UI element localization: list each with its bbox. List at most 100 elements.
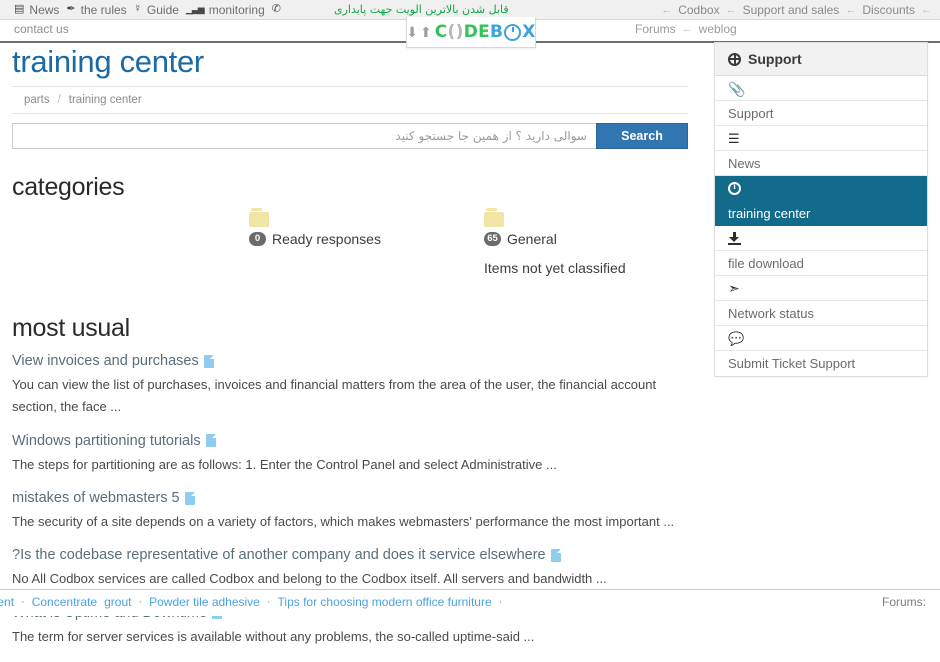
breadcrumb-separator: / — [57, 94, 61, 106]
footer-separator: · — [21, 596, 25, 608]
sidebar-item-support-icon[interactable]: 📎 — [715, 76, 927, 101]
site-logo[interactable]: ⬇ ⬆ C() DE B X — [406, 17, 536, 48]
search-button[interactable]: Search — [596, 123, 688, 149]
footer-link[interactable]: grout — [104, 595, 131, 609]
folder-icon — [249, 208, 269, 227]
sidebar-item-submit-ticket-icon[interactable]: 💬 — [715, 326, 927, 351]
link-weblog[interactable]: weblog — [699, 22, 737, 36]
topnav-item-monitoring[interactable]: ▁▃▅ monitoring — [186, 3, 265, 17]
most-usual-heading: most usual — [12, 314, 130, 342]
article-description: The steps for partitioning are as follow… — [12, 456, 557, 472]
page-title: training center — [12, 44, 204, 79]
sidebar-item-file-download[interactable]: file download — [715, 251, 927, 276]
category-count-badge: 0 — [249, 232, 266, 246]
link-forums[interactable]: Forums — [635, 22, 676, 36]
arrow-left-icon: ← — [921, 3, 932, 16]
sidebar-item-news-icon[interactable]: ☰ — [715, 126, 927, 151]
article-title-text: ?Is the codebase representative of anoth… — [12, 547, 546, 564]
logo-part-c: C — [434, 21, 448, 42]
info-circle-icon — [728, 181, 741, 195]
sidebar-item-training-center[interactable]: training center — [715, 201, 927, 226]
main-content: training center parts / training center … — [12, 42, 688, 662]
sidebar-item-file-download-icon[interactable] — [715, 226, 927, 251]
lightbulb-icon: ☿ — [133, 3, 142, 15]
topnav-link-support-sales[interactable]: Support and sales — [743, 3, 840, 17]
arrow-left-icon: ← — [681, 23, 693, 35]
category-item[interactable]: 65 General Items not yet classified — [484, 208, 626, 276]
article-description: The security of a site depends on a vari… — [12, 514, 675, 530]
sidebar-item-label: Support — [728, 105, 774, 121]
sidebar-item-training-center-icon[interactable] — [715, 176, 927, 201]
sidebar-item-support[interactable]: Support — [715, 101, 927, 126]
article-description: The term for server services is availabl… — [12, 628, 535, 644]
breadcrumb-item-parts[interactable]: parts — [24, 94, 50, 106]
article-title-link[interactable]: ?Is the codebase representative of anoth… — [12, 547, 688, 563]
search-input[interactable] — [12, 123, 596, 149]
article-item: Windows partitioning tutorials The steps… — [12, 433, 688, 476]
topnav-label-news: News — [29, 2, 60, 17]
arrow-left-icon: ← — [725, 3, 737, 16]
article-title-link[interactable]: mistakes of webmasters 5 — [12, 490, 688, 506]
sidebar-item-label: file download — [728, 255, 804, 271]
topnav-link-discounts[interactable]: Discounts — [862, 3, 915, 17]
sidebar-item-submit-ticket[interactable]: Submit Ticket Support — [715, 351, 927, 376]
document-icon — [205, 434, 216, 448]
logo-arrows: ⬇ ⬆ — [406, 25, 431, 39]
footer-link[interactable]: Powder tile adhesive — [149, 595, 260, 609]
topbar-persian-notice: قابل شدن بالاترین الویت جهت پایداری — [333, 3, 509, 16]
categories-heading: categories — [12, 173, 125, 201]
article-description: You can view the list of purchases, invo… — [12, 377, 657, 415]
sidebar-item-network-status[interactable]: Network status — [715, 301, 927, 326]
topnav-link-codbox[interactable]: Codbox — [678, 3, 719, 17]
topnav-item-phone[interactable]: ✆ — [272, 4, 281, 15]
topnav-item-guide[interactable]: ☿ Guide — [134, 3, 179, 17]
breadcrumb: parts / training center — [12, 86, 688, 114]
article-item: mistakes of webmasters 5 The security of… — [12, 490, 688, 533]
footer-link[interactable]: Concentrate — [32, 595, 97, 609]
article-item: View invoices and purchases You can view… — [12, 353, 688, 419]
rocket-icon: ➣ — [728, 280, 740, 296]
footer-bar: g agent · Concentrate grout · Powder til… — [0, 589, 940, 616]
logo-part-x: X — [522, 21, 536, 42]
footer-links: g agent · Concentrate grout · Powder til… — [0, 595, 502, 609]
document-icon — [184, 491, 195, 505]
category-description: Items not yet classified — [484, 260, 626, 276]
link-contact-us[interactable]: contact us — [14, 22, 69, 36]
sidebar-item-network-status-icon[interactable]: ➣ — [715, 276, 927, 301]
topnav-item-rules[interactable]: ✒ the rules — [66, 3, 126, 17]
category-name[interactable]: Ready responses — [272, 231, 381, 247]
document-icon — [550, 548, 561, 562]
topnav-item-news[interactable]: ▤ News — [14, 3, 59, 17]
search-bar: Search — [12, 123, 688, 149]
list-icon: ☰ — [728, 130, 740, 146]
topnav-label-rules: the rules — [80, 2, 127, 17]
secondary-bar-links: Forums ← weblog — [635, 22, 737, 36]
article-title-text: mistakes of webmasters 5 — [12, 490, 180, 507]
arrow-left-icon: ← — [845, 3, 857, 16]
footer-link[interactable]: g agent — [0, 595, 14, 609]
sidebar-header: Support — [715, 43, 927, 76]
footer-separator: · — [266, 596, 271, 608]
article-description: No All Codbox services are called Codbox… — [12, 571, 607, 587]
topnav-label-monitoring: monitoring — [208, 2, 265, 17]
paperclip-icon: 📎 — [728, 80, 746, 97]
article-title-link[interactable]: View invoices and purchases — [12, 353, 688, 369]
categories-list: 0 Ready responses 65 General Items not y… — [12, 208, 688, 290]
category-item[interactable]: 0 Ready responses — [249, 208, 381, 247]
topnav-label-guide: Guide — [146, 2, 179, 17]
sidebar-item-news[interactable]: News — [715, 151, 927, 176]
sidebar-item-label: Network status — [728, 305, 814, 321]
newspaper-icon: ▤ — [14, 3, 25, 15]
article-title-text: Windows partitioning tutorials — [12, 432, 201, 449]
footer-separator: · — [138, 596, 143, 608]
logo-part-b: B — [490, 21, 504, 42]
arrow-down-icon: ⬇ — [406, 24, 419, 40]
top-nav-right: ← Codbox ← Support and sales ← Discounts… — [661, 0, 932, 19]
category-name[interactable]: General — [507, 231, 557, 247]
download-icon — [728, 231, 741, 245]
category-count-badge: 65 — [484, 232, 501, 246]
document-icon — [203, 354, 214, 368]
top-nav-left: ▤ News ✒ the rules ☿ Guide ▁▃▅ monitorin… — [0, 3, 509, 17]
article-title-link[interactable]: Windows partitioning tutorials — [12, 433, 688, 449]
footer-link[interactable]: Tips for choosing modern office furnitur… — [278, 595, 492, 609]
